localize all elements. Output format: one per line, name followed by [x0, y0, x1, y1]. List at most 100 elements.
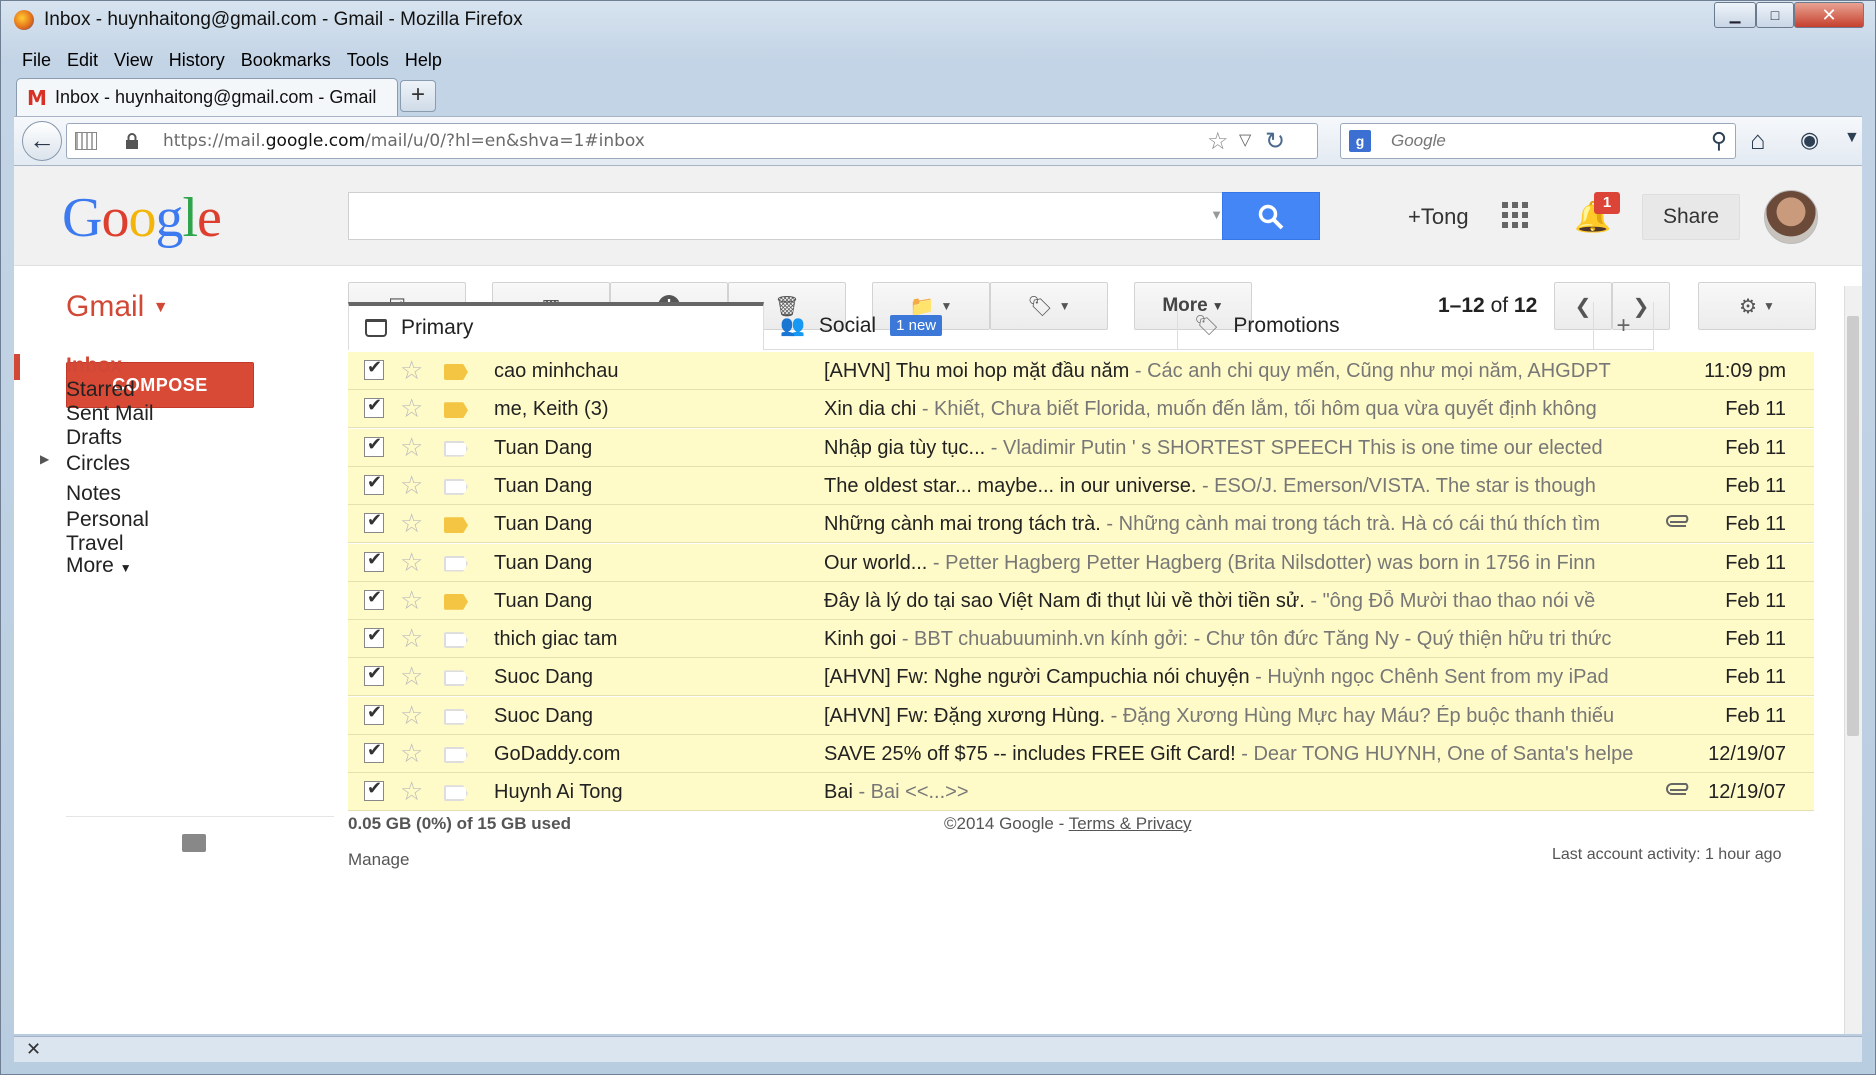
star-icon[interactable]: ☆	[400, 471, 423, 499]
email-row[interactable]: ☆ Tuan Dang Nhập gia tùy tục... - Vladimir…	[348, 428, 1814, 467]
sidebar-item-sent-mail[interactable]: Sent Mail	[66, 402, 154, 426]
tab-social[interactable]: 👥 Social 1 new	[764, 302, 1178, 350]
email-row[interactable]: ☆ Tuan Dang Đây là lý do tại sao Việt Nam …	[348, 581, 1814, 620]
mail-search-button[interactable]	[1222, 192, 1320, 240]
menu-bookmarks[interactable]: Bookmarks	[233, 46, 339, 74]
menu-history[interactable]: History	[161, 46, 233, 74]
row-checkbox[interactable]	[364, 472, 384, 495]
importance-marker-icon[interactable]	[444, 670, 468, 687]
apps-grid-icon[interactable]	[1502, 202, 1530, 230]
google-plus-profile-link[interactable]: +Tong	[1408, 204, 1469, 230]
row-checkbox[interactable]	[364, 625, 384, 649]
row-checkbox[interactable]	[364, 510, 384, 534]
importance-marker-icon[interactable]	[444, 478, 468, 495]
email-row[interactable]: ☆ Suoc Dang [AHVN] Fw: Nghe người Campuchi…	[348, 658, 1814, 697]
terms-privacy-link[interactable]: Terms & Privacy	[1069, 814, 1192, 833]
email-row[interactable]: ☆ Tuan Dang Những cành mai trong tách trà.…	[348, 505, 1814, 544]
sidebar-item-more[interactable]: More ▼	[66, 554, 132, 578]
row-checkbox[interactable]	[364, 778, 384, 802]
star-icon[interactable]: ☆	[400, 777, 423, 805]
star-icon[interactable]: ☆	[400, 624, 423, 652]
star-icon[interactable]: ☆	[400, 662, 423, 690]
star-icon[interactable]: ☆	[400, 356, 423, 384]
gmail-app-switcher[interactable]: Gmail ▼	[66, 290, 169, 324]
sidebar-item-starred[interactable]: Starred	[66, 378, 135, 402]
importance-marker-icon[interactable]	[444, 708, 468, 725]
notification-count-badge[interactable]: 1	[1594, 192, 1620, 214]
row-checkbox[interactable]	[364, 587, 384, 610]
menu-file[interactable]: File	[14, 46, 59, 74]
sidebar-item-notes[interactable]: Notes	[66, 482, 121, 506]
bookmark-star-icon[interactable]: ☆	[1207, 127, 1229, 156]
sidebar-item-inbox[interactable]: Inbox	[66, 354, 122, 378]
url-text[interactable]: https://mail.google.com/mail/u/0/?hl=en&…	[163, 131, 645, 151]
menu-tools[interactable]: Tools	[339, 46, 397, 74]
row-checkbox[interactable]	[364, 740, 384, 763]
new-tab-button[interactable]: +	[400, 80, 436, 112]
email-row[interactable]: ☆ Tuan Dang Our world... - Petter Hagberg …	[348, 543, 1814, 582]
manage-storage-link[interactable]: Manage	[348, 850, 409, 870]
scrollbar-thumb[interactable]	[1847, 316, 1859, 736]
site-identity-icon[interactable]	[75, 132, 97, 150]
url-bar[interactable]: https://mail.google.com/mail/u/0/?hl=en&…	[66, 123, 1318, 159]
mail-search-input[interactable]: ▼	[348, 192, 1234, 240]
row-checkbox[interactable]	[364, 434, 384, 457]
email-row[interactable]: ☆ Tuan Dang The oldest star... maybe... in…	[348, 466, 1814, 505]
browser-search-box[interactable]: g Google ⚲	[1340, 123, 1736, 159]
importance-marker-icon[interactable]	[444, 593, 468, 610]
row-checkbox[interactable]	[364, 663, 384, 687]
search-icon[interactable]: ⚲	[1711, 128, 1727, 154]
add-tab-button[interactable]: +	[1594, 302, 1654, 350]
row-checkbox[interactable]	[364, 549, 384, 572]
toolbar-menu-arrow-icon[interactable]: ▼	[1844, 129, 1860, 147]
sidebar-item-personal[interactable]: Personal	[66, 508, 149, 532]
close-window-button[interactable]: ✕	[1794, 2, 1864, 28]
maximize-button[interactable]: □	[1756, 2, 1794, 28]
importance-marker-icon[interactable]	[444, 747, 468, 763]
extension-icon[interactable]: ◉	[1800, 127, 1819, 153]
importance-marker-icon[interactable]	[444, 632, 468, 649]
star-icon[interactable]: ☆	[400, 394, 423, 422]
star-icon[interactable]: ☆	[400, 701, 423, 729]
minimize-button[interactable]: ▁	[1714, 2, 1756, 28]
importance-marker-icon[interactable]	[444, 785, 468, 802]
row-checkbox[interactable]	[364, 702, 384, 725]
google-logo[interactable]: Google	[62, 186, 222, 250]
search-engine-icon[interactable]: g	[1349, 130, 1371, 152]
menu-edit[interactable]: Edit	[59, 46, 106, 74]
browser-tab[interactable]: Inbox - huynhaitong@gmail.com - Gmail	[16, 78, 398, 116]
importance-marker-icon[interactable]	[444, 517, 468, 534]
chat-icon[interactable]	[182, 834, 206, 852]
email-row[interactable]: ☆ GoDaddy.com SAVE 25% off $75 -- includes…	[348, 735, 1814, 773]
menu-help[interactable]: Help	[397, 46, 450, 74]
star-icon[interactable]: ☆	[400, 739, 423, 767]
last-account-activity[interactable]: Last account activity: 1 hour ago	[1552, 846, 1781, 864]
tab-primary[interactable]: Primary	[348, 302, 764, 350]
importance-marker-icon[interactable]	[444, 555, 468, 572]
url-dropdown-icon[interactable]: ▽	[1239, 130, 1251, 150]
tab-promotions[interactable]: 🏷 Promotions	[1178, 302, 1594, 350]
menu-view[interactable]: View	[106, 46, 161, 74]
email-row[interactable]: ☆ cao minhchau [AHVN] Thu moi hop mặt đầu …	[348, 352, 1814, 390]
star-icon[interactable]: ☆	[400, 509, 423, 537]
sidebar-item-travel[interactable]: Travel	[66, 532, 124, 556]
email-row[interactable]: ☆ thich giac tam Kinh goi - BBT chuabuumin…	[348, 620, 1814, 659]
importance-marker-icon[interactable]	[444, 440, 468, 457]
importance-marker-icon[interactable]	[444, 364, 468, 380]
reload-icon[interactable]: ↻	[1265, 127, 1285, 156]
importance-marker-icon[interactable]	[444, 402, 468, 419]
close-addon-bar-icon[interactable]: ✕	[26, 1039, 41, 1060]
email-row[interactable]: ☆ Huynh Ai Tong Bai - Bai <<...>> 12/19/07	[348, 773, 1814, 812]
sidebar-item-drafts[interactable]: Drafts	[66, 426, 122, 450]
email-row[interactable]: ☆ Suoc Dang [AHVN] Fw: Đặng xương Hùng. - …	[348, 696, 1814, 735]
home-icon[interactable]: ⌂	[1750, 125, 1766, 156]
email-row[interactable]: ☆ me, Keith (3) Xin dia chi - Khiết, Chưa …	[348, 390, 1814, 429]
back-button[interactable]: ←	[22, 121, 62, 161]
row-checkbox[interactable]	[364, 357, 384, 380]
star-icon[interactable]: ☆	[400, 433, 423, 461]
account-avatar[interactable]	[1764, 190, 1818, 244]
expand-circles-icon[interactable]: ▶	[40, 452, 49, 466]
share-button[interactable]: Share	[1642, 194, 1740, 240]
row-checkbox[interactable]	[364, 395, 384, 419]
star-icon[interactable]: ☆	[400, 548, 423, 576]
